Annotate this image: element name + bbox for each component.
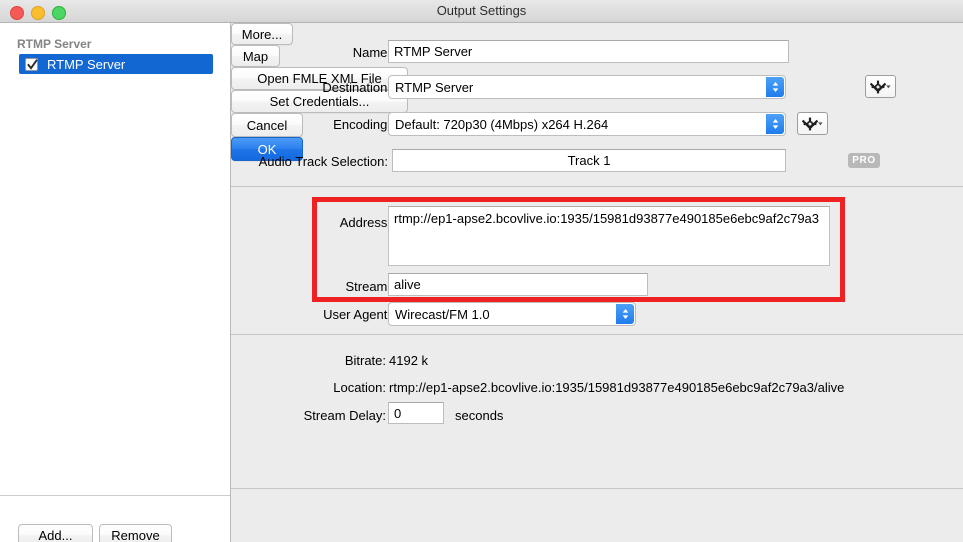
stream-input[interactable]: alive: [388, 273, 648, 296]
address-input[interactable]: rtmp://ep1-apse2.bcovlive.io:1935/15981d…: [388, 206, 830, 266]
pro-badge: PRO: [848, 153, 880, 168]
remove-button[interactable]: Remove: [99, 524, 172, 542]
section-divider-top: [231, 186, 963, 187]
stream-delay-label: Stream Delay:: [303, 408, 386, 423]
destination-gear-button[interactable]: [865, 75, 896, 98]
user-agent-label: User Agent:: [323, 307, 391, 322]
output-settings-window: Output Settings RTMP Server RTMP Server …: [0, 0, 963, 542]
encoding-select[interactable]: Default: 720p30 (4Mbps) x264 H.264: [388, 112, 786, 136]
section-divider-middle: [231, 334, 963, 335]
title-bar: Output Settings: [0, 0, 963, 23]
bitrate-label: Bitrate:: [344, 353, 386, 368]
destination-label: Destination:: [322, 80, 391, 95]
gear-icon: [801, 117, 823, 130]
audio-track-input[interactable]: Track 1: [392, 149, 786, 172]
seconds-label: seconds: [455, 408, 504, 423]
destination-select-value: RTMP Server: [395, 79, 474, 95]
chevron-updown-icon[interactable]: [766, 77, 784, 97]
checkbox-icon[interactable]: [25, 57, 38, 71]
encoding-label: Encoding:: [333, 117, 391, 132]
user-agent-select[interactable]: Wirecast/FM 1.0: [388, 302, 636, 326]
bitrate-value: 4192 k: [389, 353, 429, 368]
map-button[interactable]: Map: [231, 45, 280, 67]
name-input[interactable]: RTMP Server: [388, 40, 789, 63]
name-label: Name:: [352, 45, 391, 60]
encoding-select-value: Default: 720p30 (4Mbps) x264 H.264: [395, 116, 609, 132]
sidebar: RTMP Server RTMP Server Add... Remove: [0, 23, 231, 542]
location-value: rtmp://ep1-apse2.bcovlive.io:1935/15981d…: [389, 380, 845, 395]
location-label: Location:: [333, 380, 386, 395]
stream-delay-input[interactable]: 0: [388, 402, 444, 424]
encoding-gear-button[interactable]: [797, 112, 828, 135]
chevron-updown-icon[interactable]: [766, 114, 784, 134]
section-divider-bottom: [231, 488, 963, 489]
gear-icon: [869, 80, 891, 93]
audio-track-label: Audio Track Selection:: [258, 154, 388, 169]
main-panel: Name: RTMP Server Destination: RTMP Serv…: [231, 23, 963, 542]
add-button[interactable]: Add...: [18, 524, 93, 542]
more-button[interactable]: More...: [231, 23, 293, 45]
destination-select[interactable]: RTMP Server: [388, 75, 786, 99]
chevron-updown-icon[interactable]: [616, 304, 634, 324]
window-title: Output Settings: [436, 3, 527, 18]
stream-label: Stream:: [345, 279, 391, 294]
address-label: Address:: [339, 215, 391, 230]
sidebar-item-rtmp-server[interactable]: RTMP Server: [19, 54, 213, 74]
sidebar-item-label: RTMP Server: [47, 56, 126, 72]
sidebar-header: RTMP Server: [17, 37, 92, 51]
user-agent-select-value: Wirecast/FM 1.0: [395, 306, 490, 322]
